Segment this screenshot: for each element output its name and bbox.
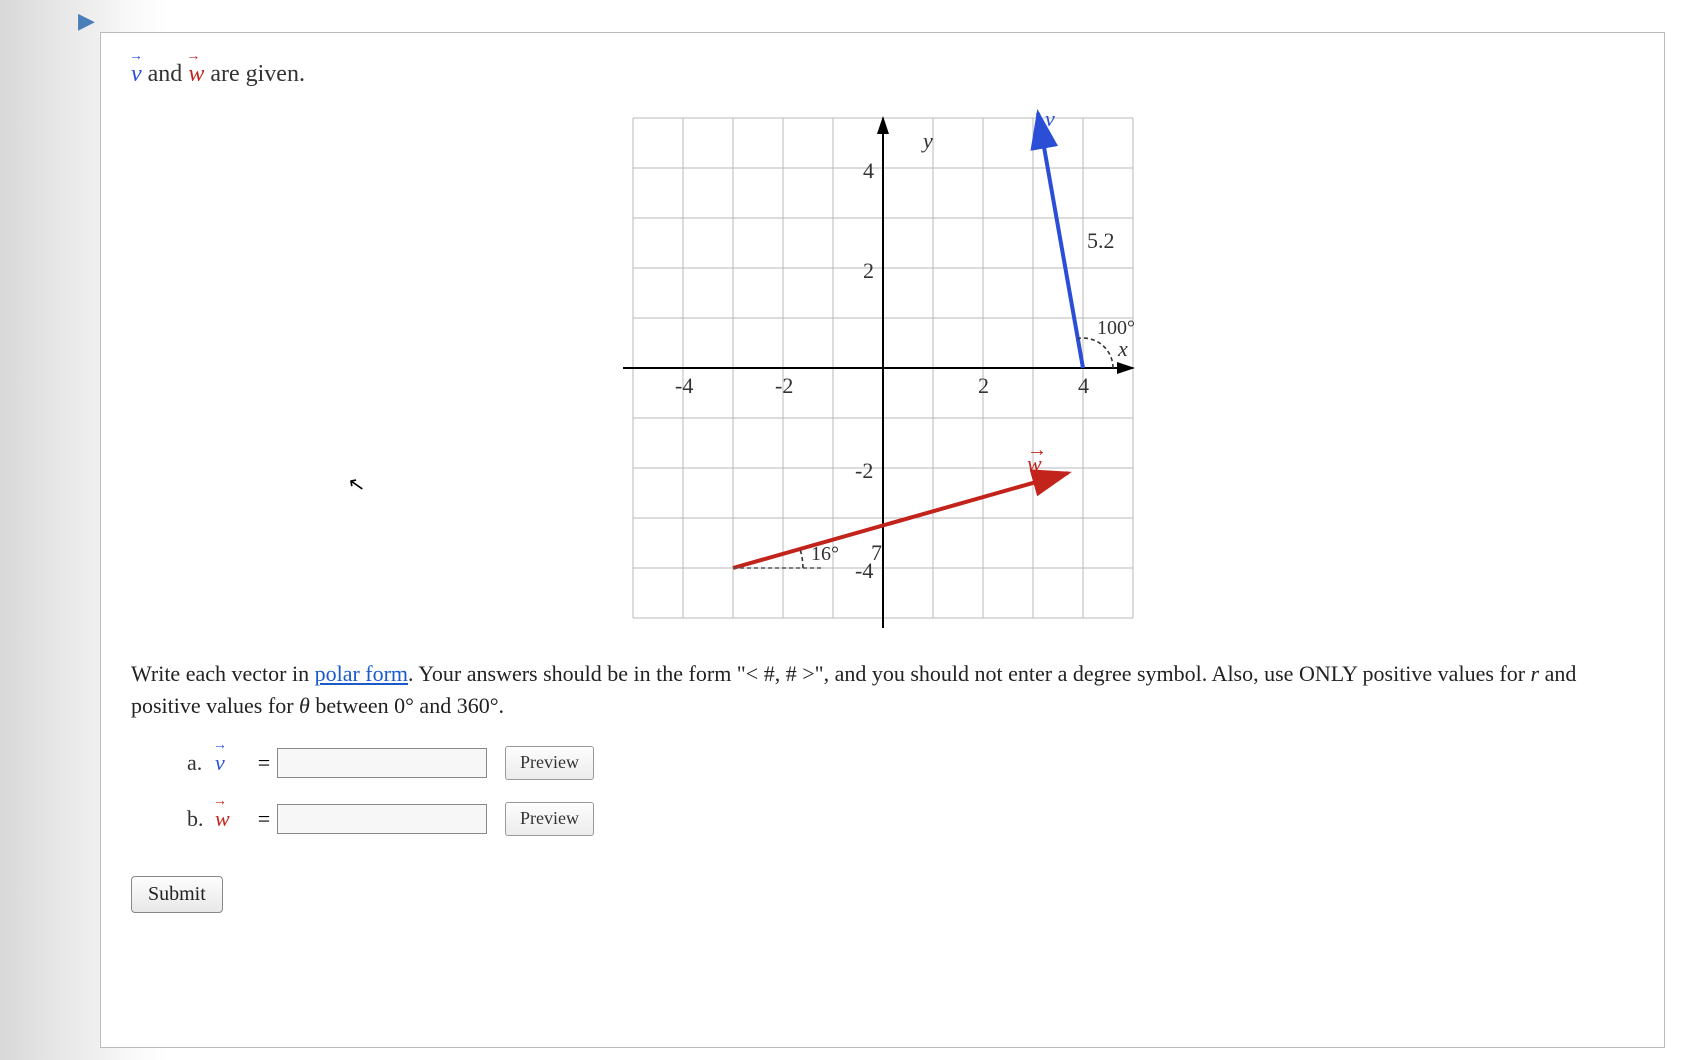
- y-axis-label: y: [921, 128, 933, 153]
- answer-a-eq: =: [251, 750, 277, 776]
- vector-w-magnitude: 7: [871, 540, 882, 565]
- r-variable: r: [1531, 661, 1540, 686]
- polar-form-link[interactable]: polar form: [315, 661, 408, 686]
- instructions-text: Write each vector in polar form. Your an…: [131, 658, 1634, 722]
- answer-a-input[interactable]: [277, 748, 487, 778]
- answers-block: a. →v = Preview b. →w = Preview: [187, 746, 1634, 836]
- intro-text: →v and →w are given.: [131, 61, 1634, 88]
- x-axis-label: x: [1117, 336, 1128, 361]
- answer-b-vec: →w: [215, 806, 230, 832]
- vector-w-angle-arc: [800, 549, 803, 568]
- intro-tail: are given.: [204, 61, 305, 87]
- submit-button[interactable]: Submit: [131, 876, 223, 913]
- vector-v-symbol: →v: [131, 61, 142, 88]
- vector-v-magnitude: 5.2: [1087, 228, 1115, 253]
- xtick-neg4: -4: [675, 373, 693, 398]
- vector-v-angle: 100°: [1097, 317, 1135, 339]
- vector-w-symbol: →w: [188, 61, 204, 88]
- preview-a-button[interactable]: Preview: [505, 746, 594, 780]
- answer-a-vec: →v: [215, 750, 225, 776]
- ytick-neg2: -2: [855, 458, 873, 483]
- ytick-4: 4: [863, 158, 874, 183]
- play-icon[interactable]: ▶: [78, 8, 95, 34]
- xtick-neg2: -2: [775, 373, 793, 398]
- answer-row-a: a. →v = Preview: [187, 746, 1634, 780]
- vector-chart: -4 -2 2 4 4 2 -2 -4 y x 5.2 100° →: [623, 108, 1143, 628]
- intro-and: and: [142, 61, 189, 87]
- part-b-label: b.: [187, 806, 215, 832]
- part-a-label: a.: [187, 750, 215, 776]
- preview-b-button[interactable]: Preview: [505, 802, 594, 836]
- svg-text:v: v: [1045, 108, 1055, 131]
- xtick-2: 2: [978, 373, 989, 398]
- vector-w-angle: 16°: [811, 543, 839, 565]
- answer-b-input[interactable]: [277, 804, 487, 834]
- theta-variable: θ: [299, 693, 310, 718]
- question-panel: →v and →w are given.: [100, 32, 1665, 1048]
- answer-row-b: b. →w = Preview: [187, 802, 1634, 836]
- ytick-2: 2: [863, 258, 874, 283]
- xtick-4: 4: [1078, 373, 1089, 398]
- vector-w-name: w: [1027, 451, 1042, 476]
- answer-b-eq: =: [251, 806, 277, 832]
- vector-v-arrow: [1038, 113, 1083, 368]
